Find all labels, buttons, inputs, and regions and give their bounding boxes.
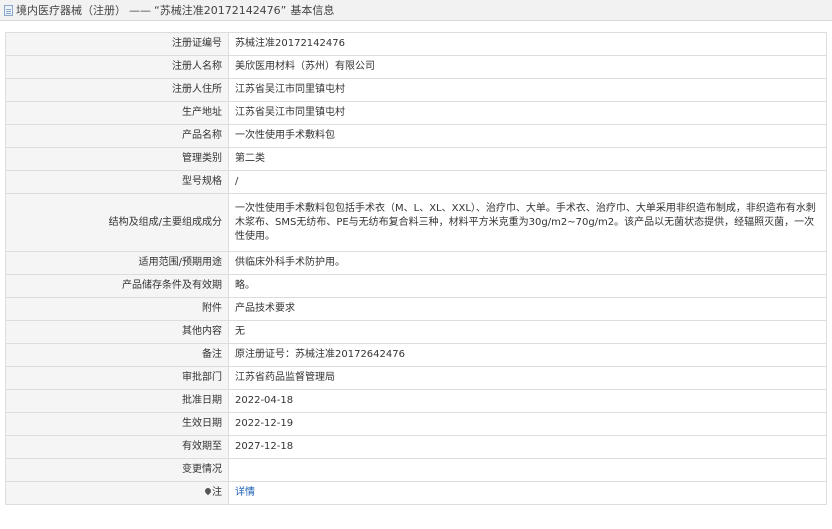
label-note: 注 [212, 487, 222, 498]
row-management-class: 管理类别 第二类 [5, 147, 827, 171]
info-table: 注册证编号 苏械注准20172142476 注册人名称 美欣医用材料（苏州）有限… [5, 32, 827, 505]
label-registrant-address: 注册人住所 [5, 78, 229, 102]
label-remarks: 备注 [5, 343, 229, 367]
row-reg-no: 注册证编号 苏械注准20172142476 [5, 32, 827, 56]
label-expiry-date: 有效期至 [5, 435, 229, 459]
value-storage: 略。 [228, 274, 827, 298]
label-reg-no: 注册证编号 [5, 32, 229, 56]
header-category: 境内医疗器械（注册） [16, 4, 126, 17]
row-composition: 结构及组成/主要组成成分 一次性使用手术敷料包包括手术衣（M、L、XL、XXL）… [5, 193, 827, 252]
row-registrant-name: 注册人名称 美欣医用材料（苏州）有限公司 [5, 55, 827, 79]
row-storage: 产品储存条件及有效期 略。 [5, 274, 827, 298]
label-production-address: 生产地址 [5, 101, 229, 125]
value-approval-date: 2022-04-18 [228, 389, 827, 413]
label-attachment: 附件 [5, 297, 229, 321]
value-note-cell: 详情 [228, 481, 827, 505]
label-model-spec: 型号规格 [5, 170, 229, 194]
value-effective-date: 2022-12-19 [228, 412, 827, 436]
row-expiry-date: 有效期至 2027-12-18 [5, 435, 827, 459]
value-change-history [228, 458, 827, 482]
label-other: 其他内容 [5, 320, 229, 344]
row-approval-date: 批准日期 2022-04-18 [5, 389, 827, 413]
row-note: 注 详情 [5, 481, 827, 505]
label-composition: 结构及组成/主要组成成分 [5, 193, 229, 252]
label-effective-date: 生效日期 [5, 412, 229, 436]
value-composition: 一次性使用手术敷料包包括手术衣（M、L、XL、XXL）、治疗巾、大单。手术衣、治… [228, 193, 827, 252]
value-model-spec: / [228, 170, 827, 194]
header-separator: —— [129, 3, 151, 17]
value-management-class: 第二类 [228, 147, 827, 171]
header-section: 基本信息 [290, 4, 335, 17]
value-attachment: 产品技术要求 [228, 297, 827, 321]
value-other: 无 [228, 320, 827, 344]
label-approval-dept: 审批部门 [5, 366, 229, 390]
page-header: 境内医疗器械（注册） —— “苏械注准20172142476” 基本信息 [0, 0, 832, 21]
label-storage: 产品储存条件及有效期 [5, 274, 229, 298]
row-attachment: 附件 产品技术要求 [5, 297, 827, 321]
pin-icon [203, 486, 213, 496]
label-note-cell: 注 [5, 481, 229, 505]
row-effective-date: 生效日期 2022-12-19 [5, 412, 827, 436]
row-production-address: 生产地址 江苏省吴江市同里镇屯村 [5, 101, 827, 125]
value-registrant-name: 美欣医用材料（苏州）有限公司 [228, 55, 827, 79]
row-registrant-address: 注册人住所 江苏省吴江市同里镇屯村 [5, 78, 827, 102]
header-reg-no: “苏械注准20172142476” [154, 4, 287, 17]
row-product-name: 产品名称 一次性使用手术敷料包 [5, 124, 827, 148]
label-registrant-name: 注册人名称 [5, 55, 229, 79]
row-other: 其他内容 无 [5, 320, 827, 344]
label-management-class: 管理类别 [5, 147, 229, 171]
value-expiry-date: 2027-12-18 [228, 435, 827, 459]
value-product-name: 一次性使用手术敷料包 [228, 124, 827, 148]
label-approval-date: 批准日期 [5, 389, 229, 413]
row-model-spec: 型号规格 / [5, 170, 827, 194]
document-icon [4, 4, 13, 16]
row-remarks: 备注 原注册证号：苏械注准20172642476 [5, 343, 827, 367]
details-link[interactable]: 详情 [235, 487, 255, 498]
value-intended-use: 供临床外科手术防护用。 [228, 251, 827, 275]
value-remarks: 原注册证号：苏械注准20172642476 [228, 343, 827, 367]
row-approval-dept: 审批部门 江苏省药品监督管理局 [5, 366, 827, 390]
row-intended-use: 适用范围/预期用途 供临床外科手术防护用。 [5, 251, 827, 275]
row-change-history: 变更情况 [5, 458, 827, 482]
value-reg-no: 苏械注准20172142476 [228, 32, 827, 56]
label-intended-use: 适用范围/预期用途 [5, 251, 229, 275]
label-product-name: 产品名称 [5, 124, 229, 148]
value-production-address: 江苏省吴江市同里镇屯村 [228, 101, 827, 125]
value-registrant-address: 江苏省吴江市同里镇屯村 [228, 78, 827, 102]
label-change-history: 变更情况 [5, 458, 229, 482]
value-approval-dept: 江苏省药品监督管理局 [228, 366, 827, 390]
